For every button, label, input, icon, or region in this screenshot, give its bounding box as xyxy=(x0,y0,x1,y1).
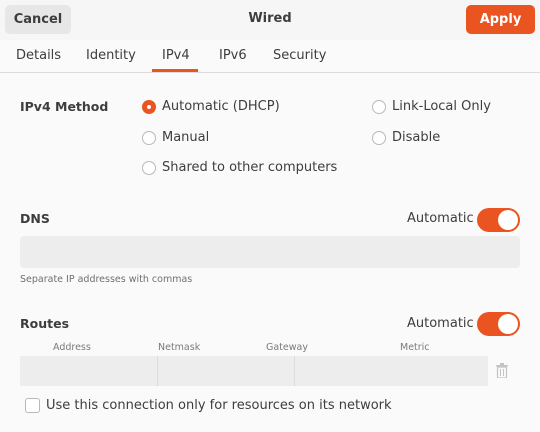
dns-label: DNS xyxy=(20,211,50,226)
routes-label: Routes xyxy=(20,316,70,331)
radio-manual[interactable]: Manual xyxy=(142,130,209,145)
route-address-input[interactable] xyxy=(20,356,158,386)
dns-hint: Separate IP addresses with commas xyxy=(20,274,193,285)
switch-knob xyxy=(498,314,518,334)
only-resources-checkbox[interactable] xyxy=(25,398,40,413)
ipv4-method-label: IPv4 Method xyxy=(20,99,109,114)
radio-link-local-only[interactable]: Link-Local Only xyxy=(372,99,491,114)
radio-label: Link-Local Only xyxy=(392,99,491,114)
dns-automatic-label: Automatic xyxy=(407,211,474,226)
dns-input[interactable] xyxy=(20,236,520,268)
tab-details[interactable]: Details xyxy=(16,48,61,63)
tab-identity[interactable]: Identity xyxy=(86,48,136,63)
trash-icon[interactable] xyxy=(496,363,508,378)
radio-label: Shared to other computers xyxy=(162,160,338,175)
radio-shared-to-other-computers[interactable]: Shared to other computers xyxy=(142,160,337,175)
switch-knob xyxy=(498,210,518,230)
radio-icon xyxy=(372,99,386,114)
active-tab-indicator xyxy=(152,69,198,72)
column-header-address: Address xyxy=(53,342,91,353)
radio-label: Manual xyxy=(162,130,210,145)
radio-icon xyxy=(372,130,386,145)
apply-button[interactable]: Apply xyxy=(466,5,535,34)
tab-ipv6[interactable]: IPv6 xyxy=(219,48,247,63)
tab-security[interactable]: Security xyxy=(273,48,326,63)
routes-automatic-switch[interactable] xyxy=(477,312,520,336)
only-resources-checkbox-row[interactable]: Use this connection only for resources o… xyxy=(25,398,392,413)
radio-icon xyxy=(142,130,156,145)
radio-disable[interactable]: Disable xyxy=(372,130,440,145)
only-resources-label: Use this connection only for resources o… xyxy=(46,398,392,413)
tab-bar: Details Identity IPv4 IPv6 Security xyxy=(0,40,540,73)
column-header-gateway: Gateway xyxy=(266,342,308,353)
route-gateway-metric-input[interactable] xyxy=(295,356,488,386)
route-netmask-input[interactable] xyxy=(158,356,295,386)
dialog-title: Wired xyxy=(248,11,292,26)
radio-label: Automatic (DHCP) xyxy=(162,99,280,114)
column-header-metric: Metric xyxy=(400,342,430,353)
route-row xyxy=(20,356,488,386)
radio-automatic-dhcp[interactable]: Automatic (DHCP) xyxy=(142,99,280,114)
routes-automatic-label: Automatic xyxy=(407,316,474,331)
header-bar: Cancel Wired Apply xyxy=(0,0,540,40)
dns-automatic-switch[interactable] xyxy=(477,208,520,232)
radio-selected-icon xyxy=(142,99,156,114)
radio-label: Disable xyxy=(392,130,441,145)
tab-ipv4[interactable]: IPv4 xyxy=(162,48,190,63)
column-header-netmask: Netmask xyxy=(158,342,201,353)
radio-icon xyxy=(142,160,156,175)
